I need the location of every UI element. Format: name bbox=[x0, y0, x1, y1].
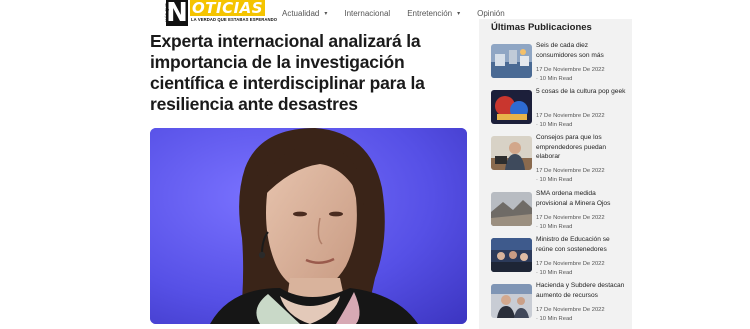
logo-letter: N bbox=[166, 0, 188, 28]
list-item[interactable]: 5 cosas de la cultura pop geek 17 De Nov… bbox=[491, 87, 626, 128]
post-date: 17 De Noviembre De 2022 bbox=[536, 261, 605, 267]
post-read-time: · 10 Min Read bbox=[536, 316, 573, 322]
nav-item-internacional[interactable]: Internacional bbox=[344, 9, 390, 18]
post-read-time: · 10 Min Read bbox=[536, 122, 573, 128]
post-thumbnail[interactable] bbox=[491, 238, 532, 272]
list-item[interactable]: SMA ordena medida provisional a Minera O… bbox=[491, 189, 626, 230]
article-hero-image bbox=[150, 128, 467, 324]
article-headline: Experta internacional analizará la impor… bbox=[150, 31, 425, 114]
post-thumbnail[interactable] bbox=[491, 44, 532, 78]
post-title[interactable]: Ministro de Educación se reúne con soste… bbox=[536, 235, 626, 254]
chevron-down-icon: ▾ bbox=[324, 11, 328, 17]
chevron-down-icon: ▾ bbox=[457, 11, 461, 17]
post-read-time: · 10 Min Read bbox=[536, 76, 573, 82]
post-title[interactable]: 5 cosas de la cultura pop geek bbox=[536, 87, 626, 97]
post-read-time: · 10 Min Read bbox=[536, 177, 573, 183]
logo-word: OTICIAS bbox=[190, 0, 266, 17]
nav-item-label: Actualidad bbox=[282, 9, 320, 18]
speaker-photo bbox=[150, 128, 467, 324]
nav-item-opinion[interactable]: Opinión bbox=[477, 9, 505, 18]
site-logo[interactable]: MÁS QUE N OTICIAS LA VERDAD QUE ESTABAS … bbox=[160, 0, 277, 28]
list-item[interactable]: Consejos para que los emprendedores pued… bbox=[491, 133, 626, 183]
post-read-time: · 10 Min Read bbox=[536, 270, 573, 276]
logo-prefix-wrap: MÁS QUE bbox=[160, 0, 169, 26]
list-item[interactable]: Hacienda y Subdere destacan aumento de r… bbox=[491, 281, 626, 322]
post-date: 17 De Noviembre De 2022 bbox=[536, 113, 605, 119]
post-date: 17 De Noviembre De 2022 bbox=[536, 307, 605, 313]
post-read-time: · 10 Min Read bbox=[536, 224, 573, 230]
post-thumbnail[interactable] bbox=[491, 136, 532, 170]
post-thumbnail[interactable] bbox=[491, 192, 532, 226]
post-date: 17 De Noviembre De 2022 bbox=[536, 215, 605, 221]
post-date: 17 De Noviembre De 2022 bbox=[536, 67, 605, 73]
logo-text: OTICIAS LA VERDAD QUE ESTABAS ESPERANDO bbox=[188, 0, 277, 26]
post-date: 17 De Noviembre De 2022 bbox=[536, 168, 605, 174]
logo-tagline: LA VERDAD QUE ESTABAS ESPERANDO bbox=[191, 17, 278, 22]
post-thumbnail[interactable] bbox=[491, 90, 532, 124]
sidebar-title: Últimas Publicaciones bbox=[491, 22, 592, 33]
latest-posts-sidebar: Últimas Publicaciones Seis de cada diez … bbox=[479, 19, 632, 329]
post-thumbnail[interactable] bbox=[491, 284, 532, 318]
nav-item-actualidad[interactable]: Actualidad ▾ bbox=[282, 9, 327, 18]
list-item[interactable]: Seis de cada diez consumidores son más 1… bbox=[491, 41, 626, 82]
nav-item-label: Entretención bbox=[407, 9, 453, 18]
nav-item-label: Internacional bbox=[344, 9, 391, 18]
post-title[interactable]: SMA ordena medida provisional a Minera O… bbox=[536, 189, 626, 208]
post-title[interactable]: Hacienda y Subdere destacan aumento de r… bbox=[536, 281, 626, 300]
logo-prefix: MÁS QUE bbox=[163, 3, 169, 22]
post-title[interactable]: Consejos para que los emprendedores pued… bbox=[536, 133, 626, 162]
nav-item-label: Opinión bbox=[477, 9, 505, 18]
site-header: MÁS QUE N OTICIAS LA VERDAD QUE ESTABAS … bbox=[0, 0, 750, 27]
nav-item-entretencion[interactable]: Entretención ▾ bbox=[407, 9, 460, 18]
list-item[interactable]: Ministro de Educación se reúne con soste… bbox=[491, 235, 626, 276]
post-title[interactable]: Seis de cada diez consumidores son más bbox=[536, 41, 626, 60]
